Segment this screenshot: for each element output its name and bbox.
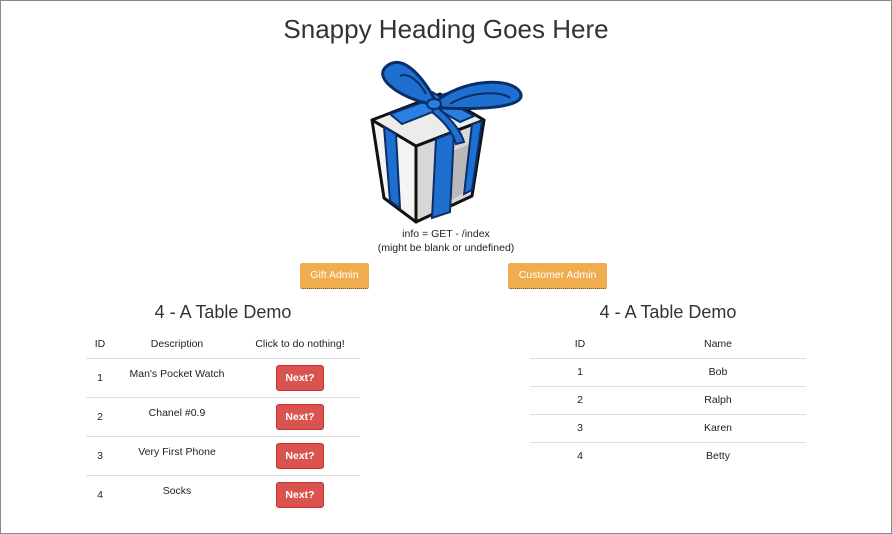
table-row: 4 Socks Next? — [86, 474, 360, 514]
row-action-cell: Next? — [240, 357, 360, 397]
table-header-row: ID Description Click to do nothing! — [86, 330, 360, 359]
next-button[interactable]: Next? — [276, 442, 324, 469]
row-description: Man's Pocket Watch — [114, 357, 240, 397]
table-row: 1 Bob — [530, 357, 806, 386]
customer-table-title: 4 - A Table Demo — [599, 302, 737, 322]
row-action-cell: Next? — [240, 396, 360, 436]
row-id: 1 — [530, 357, 630, 386]
gift-table-title: 4 - A Table Demo — [154, 302, 292, 322]
row-id: 2 — [86, 396, 114, 436]
info-line: info = GET - /index — [402, 228, 490, 240]
row-description: Chanel #0.9 — [114, 396, 240, 436]
row-id: 1 — [86, 357, 114, 397]
next-button[interactable]: Next? — [276, 403, 324, 430]
column-header-action: Click to do nothing! — [240, 330, 360, 359]
row-id: 4 — [86, 474, 114, 514]
row-id: 3 — [530, 413, 630, 442]
next-button[interactable]: Next? — [276, 364, 324, 391]
customer-table: ID Name 1 Bob 2 Ralph 3 Karen 4 Betty — [530, 330, 806, 470]
row-name: Betty — [630, 441, 806, 470]
table-row: 2 Chanel #0.9 Next? — [86, 396, 360, 436]
page-heading: Snappy Heading Goes Here — [283, 14, 609, 44]
column-header-description: Description — [114, 330, 240, 359]
row-description: Socks — [114, 474, 240, 514]
gift-table: ID Description Click to do nothing! 1 Ma… — [86, 330, 360, 514]
column-header-id: ID — [530, 330, 630, 359]
column-header-name: Name — [630, 330, 806, 359]
row-name: Karen — [630, 413, 806, 442]
table-row: 3 Karen — [530, 413, 806, 442]
row-action-cell: Next? — [240, 474, 360, 514]
customer-admin-button[interactable]: Customer Admin — [508, 263, 607, 289]
info-text: info = GET - /index (might be blank or u… — [0, 227, 892, 255]
row-id: 3 — [86, 435, 114, 475]
row-id: 2 — [530, 385, 630, 414]
row-name: Ralph — [630, 385, 806, 414]
gift-admin-button[interactable]: Gift Admin — [300, 263, 369, 289]
row-action-cell: Next? — [240, 435, 360, 475]
table-row: 2 Ralph — [530, 385, 806, 414]
table-row: 3 Very First Phone Next? — [86, 435, 360, 475]
row-id: 4 — [530, 441, 630, 470]
table-row: 4 Betty — [530, 441, 806, 470]
column-header-id: ID — [86, 330, 114, 359]
row-description: Very First Phone — [114, 435, 240, 475]
gift-icon — [370, 60, 523, 224]
next-button[interactable]: Next? — [276, 481, 324, 508]
row-name: Bob — [630, 357, 806, 386]
info-note: (might be blank or undefined) — [377, 242, 515, 254]
table-row: 1 Man's Pocket Watch Next? — [86, 357, 360, 397]
table-header-row: ID Name — [530, 330, 806, 359]
